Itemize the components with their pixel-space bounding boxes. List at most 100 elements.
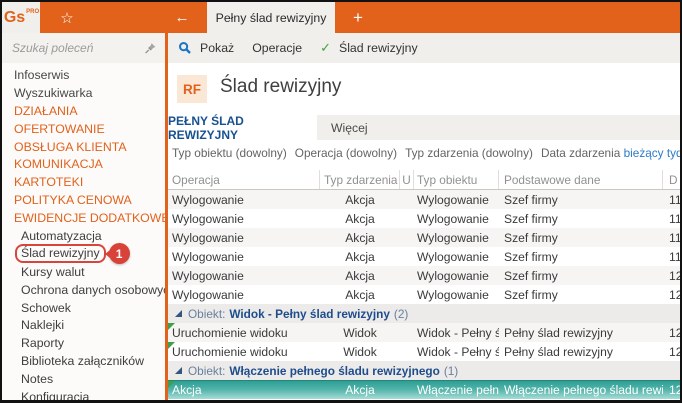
- sidebar-item-kursy-walut[interactable]: Kursy walut: [2, 263, 165, 281]
- favorites-button[interactable]: ☆: [50, 2, 84, 33]
- sidebar-item-label: Biblioteka załączników: [21, 354, 145, 369]
- sidebar-item-infoserwis[interactable]: Infoserwis: [2, 66, 165, 84]
- group-name: Widok - Pełny ślad rewizyjny: [229, 306, 390, 321]
- sidebar-item-label: Notes: [21, 372, 54, 387]
- sidebar-item-label: Raporty: [21, 336, 65, 351]
- plus-icon: +: [353, 7, 363, 27]
- pin-icon[interactable]: [144, 42, 157, 55]
- sidebar-item-biblioteka-załączników[interactable]: Biblioteka załączników: [2, 352, 165, 370]
- group-count: (1): [443, 363, 459, 378]
- group-count: (2): [393, 306, 409, 321]
- group-row[interactable]: Obiekt: Włączenie pełnego śladu rewizyjne…: [168, 361, 680, 380]
- cell: Szef firmy: [504, 249, 558, 264]
- table-row[interactable]: Wylogowanie Akcja Wylogowanie Szef firmy 11: [168, 247, 680, 266]
- sidebar-item-wyszukiwarka[interactable]: Wyszukiwarka: [2, 84, 165, 102]
- sidebar-item-automatyzacja[interactable]: Automatyzacja: [2, 227, 165, 245]
- cell: Włączenie pełne...: [417, 383, 499, 397]
- grid-rows: Wylogowanie Akcja Wylogowanie Szef firmy 11 W…: [168, 190, 680, 399]
- sidebar-item-ewidencje-dodatkowe[interactable]: EWIDENCJE DODATKOWE: [2, 209, 165, 227]
- filter-operacja[interactable]: Operacja (dowolny): [295, 146, 397, 160]
- cell: Widok: [343, 325, 377, 340]
- cell: Wylogowanie: [172, 287, 244, 302]
- table-row[interactable]: Uruchomienie widoku Widok Widok - Pełny śl…: [168, 342, 680, 361]
- cell: Wylogowanie: [172, 249, 244, 264]
- group-name: Włączenie pełnego śladu rewizyjnego: [229, 363, 440, 378]
- sidebar-item-naklejki[interactable]: Naklejki: [2, 316, 165, 334]
- top-bar: Gs PRO ☆ ← Pełny ślad rewizyjny +: [2, 2, 680, 33]
- sidebar-item-polityka-cenowa[interactable]: POLITYKA CENOWA: [2, 191, 165, 209]
- column-header-u[interactable]: U: [400, 170, 414, 189]
- sidebar-menu: Infoserwis Wyszukiwarka DZIAŁANIA OFERTOWAN…: [2, 63, 165, 400]
- cell: 12: [669, 383, 680, 397]
- sidebar-item-ślad-rewizyjny[interactable]: Ślad rewizyjny 1: [2, 243, 165, 265]
- sidebar-item-konfiguracja[interactable]: Konfiguracja: [2, 388, 165, 400]
- table-row[interactable]: Wylogowanie Akcja Wylogowanie Szef firmy 12: [168, 266, 680, 285]
- command-search[interactable]: Szukaj poleceń: [2, 33, 165, 63]
- cell: Akcja: [345, 211, 375, 226]
- new-tab-button[interactable]: +: [342, 2, 374, 33]
- show-button[interactable]: Pokaż: [200, 41, 234, 55]
- column-header-typ-zdarzenia[interactable]: Typ zdarzenia: [320, 170, 400, 189]
- table-row[interactable]: Wylogowanie Akcja Wylogowanie Szef firmy 11: [168, 190, 680, 209]
- column-header-typ-obiektu[interactable]: Typ obiektu: [414, 170, 499, 189]
- sidebar-item-label: OFERTOWANIE: [14, 121, 105, 136]
- search-input[interactable]: Szukaj poleceń: [12, 41, 144, 55]
- collapse-triangle-icon[interactable]: [175, 367, 182, 374]
- sidebar-item-ofertowanie[interactable]: OFERTOWANIE: [2, 120, 165, 138]
- sidebar-item-kartoteki[interactable]: KARTOTEKI: [2, 173, 165, 191]
- cell: Wylogowanie: [172, 230, 244, 245]
- back-button[interactable]: ←: [163, 2, 201, 33]
- sidebar-item-obsługa-klienta[interactable]: OBSŁUGA KLIENTA: [2, 138, 165, 156]
- column-header-podstawowe-dane[interactable]: Podstawowe dane: [499, 170, 663, 189]
- cell: Akcja: [345, 287, 375, 302]
- sidebar-item-schowek[interactable]: Schowek: [2, 299, 165, 317]
- sidebar-item-raporty[interactable]: Raporty: [2, 334, 165, 352]
- sidebar: Szukaj poleceń Infoserwis Wyszukiwarka DZI…: [2, 33, 165, 400]
- table-row[interactable]: Wylogowanie Akcja Wylogowanie Szef firmy 12: [168, 285, 680, 304]
- group-row[interactable]: Obiekt: Widok - Pełny ślad rewizyjny (2): [168, 304, 680, 323]
- cell: 11: [669, 249, 680, 264]
- table-row[interactable]: Uruchomienie widoku Widok Widok - Pełny śl…: [168, 323, 680, 342]
- sidebar-item-ochrona-danych-osobowych[interactable]: Ochrona danych osobowych: [2, 281, 165, 299]
- view-tabstrip: PEŁNY ŚLAD REWIZYJNY Więcej: [168, 114, 680, 142]
- cell: Akcja: [345, 230, 375, 245]
- check-icon: ✓: [320, 40, 331, 55]
- open-tab[interactable]: Pełny ślad rewizyjny: [207, 2, 335, 33]
- app-logo-pro: PRO: [26, 8, 40, 15]
- cell: 12: [669, 325, 680, 340]
- collapse-triangle-icon[interactable]: [175, 310, 182, 317]
- sidebar-item-notes[interactable]: Notes: [2, 370, 165, 388]
- operations-button[interactable]: Operacje: [252, 41, 302, 55]
- sidebar-item-działania[interactable]: DZIAŁANIA: [2, 102, 165, 120]
- audit-trail-button[interactable]: Ślad rewizyjny: [339, 41, 418, 55]
- sidebar-item-label: Ślad rewizyjny: [15, 244, 106, 264]
- filter-value: bieżący tydzień: [623, 146, 680, 160]
- cell: Wylogowanie: [172, 268, 244, 283]
- cell: Akcja: [345, 192, 375, 207]
- filter-typ-obiektu[interactable]: Typ obiektu (dowolny): [172, 146, 287, 160]
- filter-typ-zdarzenia[interactable]: Typ zdarzenia (dowolny): [405, 146, 533, 160]
- cell: 11: [669, 211, 680, 226]
- annotated-item: Ślad rewizyjny 1: [15, 243, 130, 265]
- sidebar-item-komunikacja[interactable]: KOMUNIKACJA: [2, 155, 165, 173]
- cell: Szef firmy: [504, 268, 558, 283]
- cell: Szef firmy: [504, 230, 558, 245]
- cell: 11: [669, 192, 680, 207]
- sidebar-item-label: Konfiguracja: [21, 389, 90, 400]
- column-header-d[interactable]: D: [663, 170, 680, 189]
- filter-data-zdarzenia[interactable]: Data zdarzenia bieżący tydzień: [541, 146, 680, 160]
- cell: Wylogowanie: [417, 287, 489, 302]
- tab-full-audit-trail[interactable]: PEŁNY ŚLAD REWIZYJNY: [168, 114, 317, 142]
- table-row[interactable]: Wylogowanie Akcja Wylogowanie Szef firmy 11: [168, 228, 680, 247]
- cell: Wylogowanie: [417, 211, 489, 226]
- table-row[interactable]: Wylogowanie Akcja Wylogowanie Szef firmy 11: [168, 209, 680, 228]
- column-header-operacja[interactable]: Operacja: [168, 170, 320, 189]
- star-icon: ☆: [60, 9, 74, 27]
- app-logo[interactable]: Gs PRO: [2, 2, 40, 33]
- tab-more[interactable]: Więcej: [317, 115, 382, 140]
- filter-label: Data zdarzenia: [540, 146, 621, 160]
- cell: Wylogowanie: [172, 192, 244, 207]
- sidebar-item-label: KOMUNIKACJA: [14, 157, 103, 172]
- group-prefix: Obiekt:: [188, 363, 226, 378]
- table-row-selected[interactable]: Akcja Akcja Włączenie pełne... Włączenie pe…: [168, 380, 680, 399]
